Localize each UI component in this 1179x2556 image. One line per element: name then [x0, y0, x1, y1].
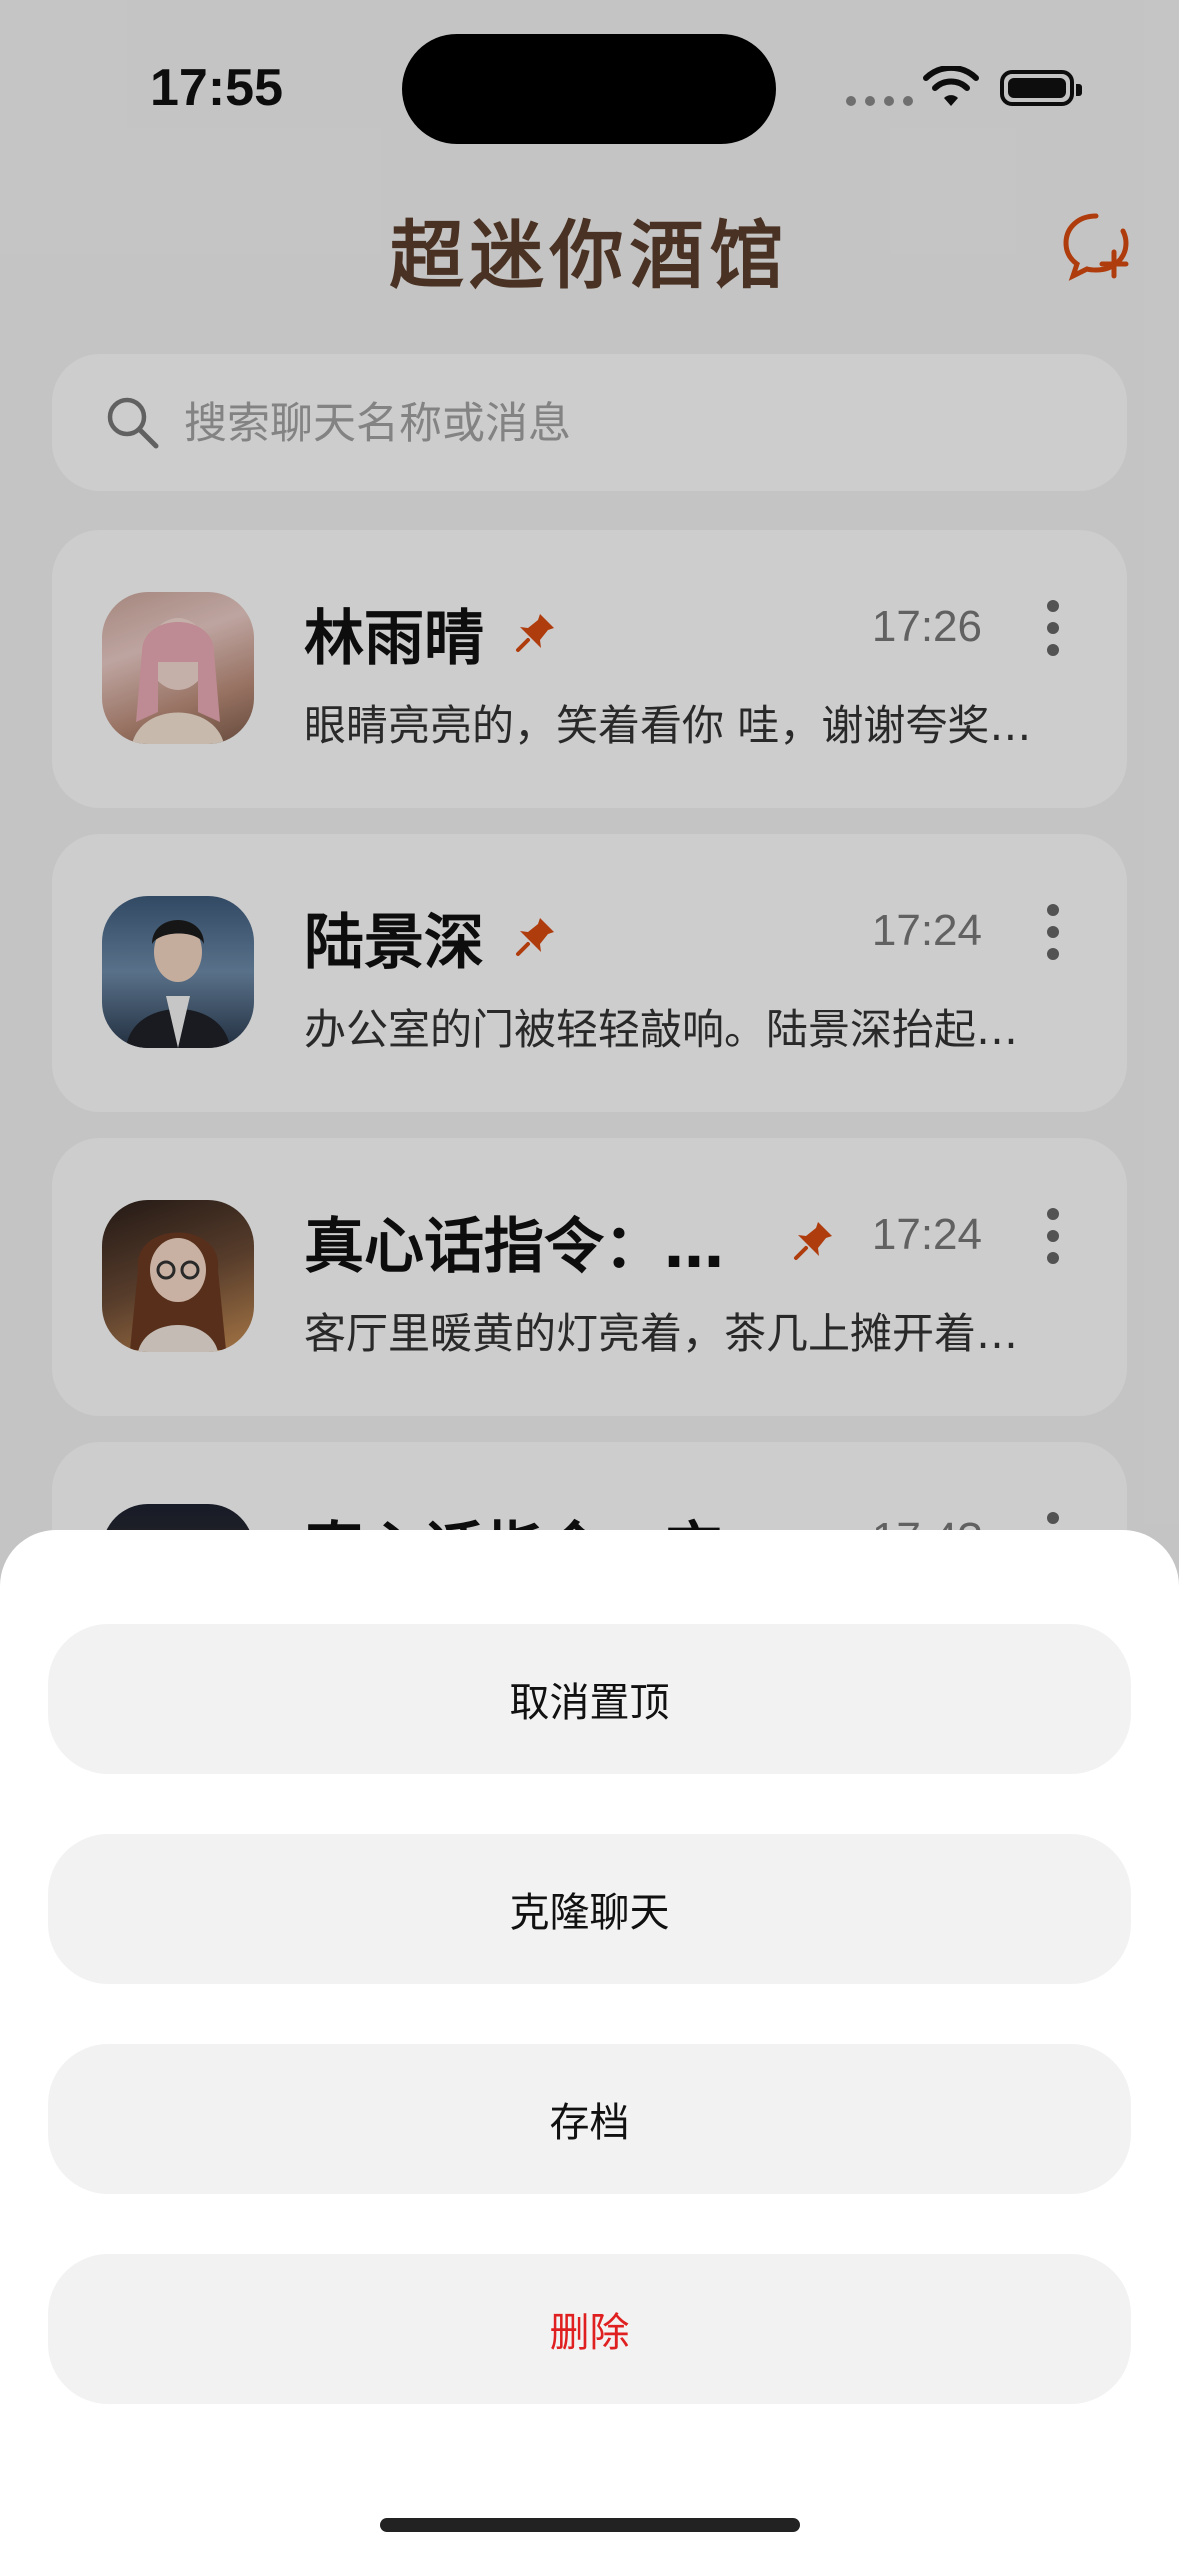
unpin-button[interactable]: 取消置顶 — [48, 1624, 1131, 1774]
chat-list-screen: 17:55 超迷你酒馆 林雨晴 — [0, 0, 1179, 2556]
delete-button[interactable]: 删除 — [48, 2254, 1131, 2404]
home-indicator — [380, 2518, 800, 2532]
clone-chat-button[interactable]: 克隆聊天 — [48, 1834, 1131, 1984]
archive-button[interactable]: 存档 — [48, 2044, 1131, 2194]
action-sheet: 取消置顶 克隆聊天 存档 删除 — [0, 1530, 1179, 2556]
